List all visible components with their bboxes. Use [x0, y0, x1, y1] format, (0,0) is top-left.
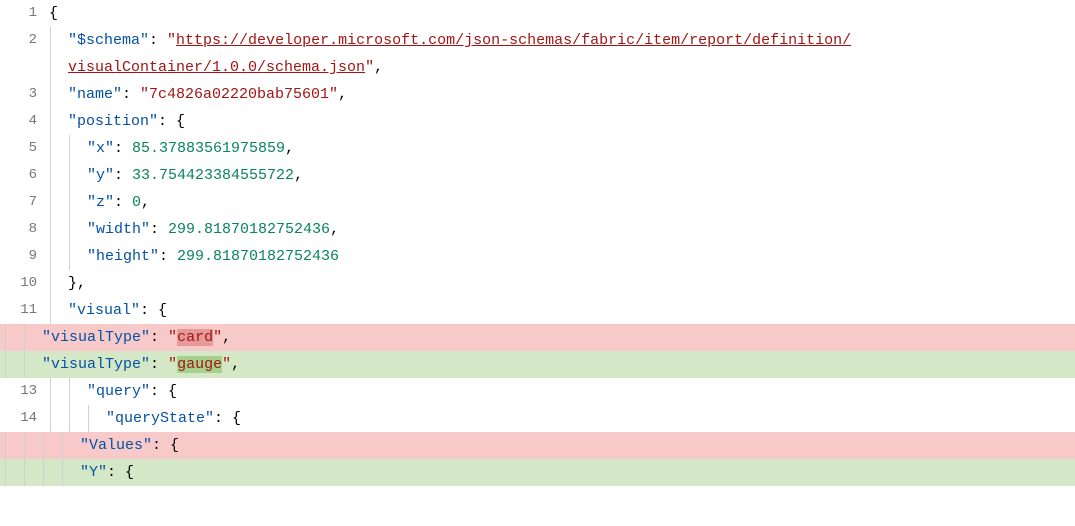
line-content: "x": 85.37883561975859, [45, 135, 1075, 162]
line-content: visualContainer/1.0.0/schema.json", [45, 54, 1075, 81]
line-content: "height": 299.81870182752436 [45, 243, 1075, 270]
line-number: 10 [0, 270, 45, 297]
indent-guide [43, 432, 44, 459]
line-number: 7 [0, 189, 45, 216]
code-line[interactable]: -"Values": { [0, 432, 1075, 459]
indent-guide [50, 27, 51, 54]
code-line[interactable]: 1{ [45, 0, 1075, 27]
indent-guide [50, 162, 51, 189]
indent-guide [24, 459, 25, 486]
line-content: "$schema": "https://developer.microsoft.… [45, 27, 1075, 54]
indent-guide [50, 81, 51, 108]
line-content: "Values": { [0, 432, 1075, 459]
code-line[interactable]: 8"width": 299.81870182752436, [45, 216, 1075, 243]
code-line[interactable]: 15+"Y": { [0, 459, 1075, 486]
indent-guide [5, 324, 6, 351]
code-line[interactable]: 5"x": 85.37883561975859, [45, 135, 1075, 162]
line-content: "visualType": "card", [0, 324, 1075, 351]
code-line[interactable]: 10}, [45, 270, 1075, 297]
code-line[interactable]: 2"$schema": "https://developer.microsoft… [45, 27, 1075, 54]
line-number: 14 [0, 405, 45, 432]
line-number: 8 [0, 216, 45, 243]
indent-guide [69, 135, 70, 162]
code-line[interactable]: 7"z": 0, [45, 189, 1075, 216]
indent-guide [62, 459, 63, 486]
line-number: 1 [0, 0, 45, 27]
indent-guide [50, 270, 51, 297]
line-number: 9 [0, 243, 45, 270]
line-number: 4 [0, 108, 45, 135]
line-content: { [45, 0, 1075, 27]
indent-guide [69, 189, 70, 216]
line-number: 2 [0, 27, 45, 54]
indent-guide [24, 324, 25, 351]
indent-guide [24, 351, 25, 378]
indent-guide [62, 432, 63, 459]
line-content: "width": 299.81870182752436, [45, 216, 1075, 243]
line-content: "y": 33.754423384555722, [45, 162, 1075, 189]
indent-guide [5, 351, 6, 378]
indent-guide [50, 216, 51, 243]
line-number: 6 [0, 162, 45, 189]
indent-guide [50, 297, 51, 324]
line-content: "z": 0, [45, 189, 1075, 216]
indent-guide [50, 54, 51, 81]
line-number: 13 [0, 378, 45, 405]
indent-guide [69, 378, 70, 405]
indent-guide [43, 459, 44, 486]
code-line[interactable]: visualContainer/1.0.0/schema.json", [45, 54, 1075, 81]
indent-guide [50, 189, 51, 216]
code-line[interactable]: 4"position": { [45, 108, 1075, 135]
indent-guide [50, 135, 51, 162]
code-line[interactable]: 3"name": "7c4826a02220bab75601", [45, 81, 1075, 108]
code-line[interactable]: 11"visual": { [45, 297, 1075, 324]
code-line[interactable]: 12+"visualType": "gauge", [0, 351, 1075, 378]
line-content: "visualType": "gauge", [0, 351, 1075, 378]
indent-guide [69, 216, 70, 243]
indent-guide [5, 459, 6, 486]
line-number: 3 [0, 81, 45, 108]
line-number: 11 [0, 297, 45, 324]
code-line[interactable]: 14"queryState": { [45, 405, 1075, 432]
line-content: "Y": { [0, 459, 1075, 486]
code-line[interactable]: -"visualType": "card", [0, 324, 1075, 351]
code-area[interactable]: 1{2"$schema": "https://developer.microso… [45, 0, 1075, 526]
indent-guide [50, 378, 51, 405]
indent-guide [5, 432, 6, 459]
code-line[interactable]: 9"height": 299.81870182752436 [45, 243, 1075, 270]
indent-guide [50, 108, 51, 135]
line-content: "position": { [45, 108, 1075, 135]
code-editor[interactable]: 1{2"$schema": "https://developer.microso… [0, 0, 1075, 526]
code-line[interactable]: 13"query": { [45, 378, 1075, 405]
line-number: 5 [0, 135, 45, 162]
line-content: "visual": { [45, 297, 1075, 324]
indent-guide [69, 162, 70, 189]
indent-guide [50, 405, 51, 432]
line-content: "query": { [45, 378, 1075, 405]
line-content: }, [45, 270, 1075, 297]
indent-guide [24, 432, 25, 459]
indent-guide [69, 405, 70, 432]
code-line[interactable]: 6"y": 33.754423384555722, [45, 162, 1075, 189]
line-content: "queryState": { [45, 405, 1075, 432]
indent-guide [50, 243, 51, 270]
line-content: "name": "7c4826a02220bab75601", [45, 81, 1075, 108]
indent-guide [69, 243, 70, 270]
indent-guide [88, 405, 89, 432]
